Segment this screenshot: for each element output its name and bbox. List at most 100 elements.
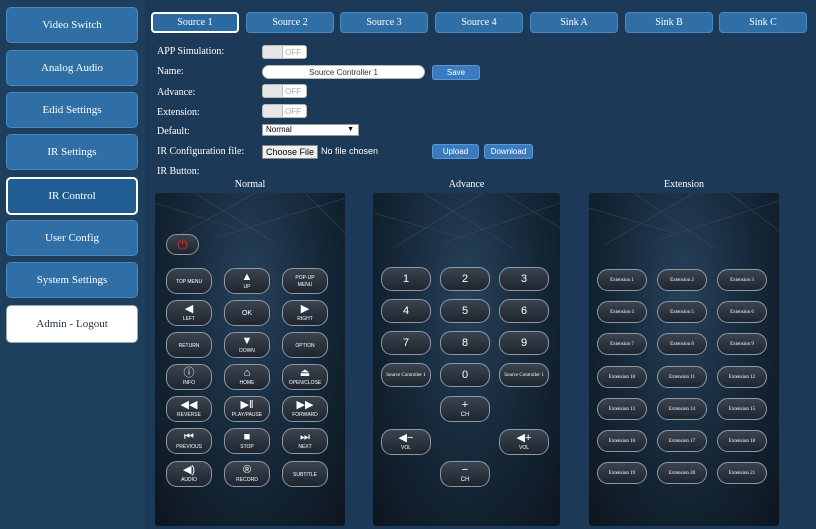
next-button[interactable]: ⏭ NEXT (282, 428, 328, 454)
extension-10-button[interactable]: Extension 10 (597, 366, 647, 388)
sidebar-item-system-settings[interactable]: System Settings (6, 262, 138, 298)
extension-label: Extension 10 (608, 374, 636, 380)
digit-0-button[interactable]: 0 (440, 363, 490, 387)
popup-menu-button[interactable]: POP-UP MENU (282, 268, 328, 294)
home-button[interactable]: ⌂ HOME (224, 364, 270, 390)
top-menu-label: TOP MENU (175, 278, 203, 285)
extension-1-button[interactable]: Extension 1 (597, 269, 647, 291)
forward-button[interactable]: ▶▶ FORWARD (282, 396, 328, 422)
extension-9-button[interactable]: Extension 9 (717, 333, 767, 355)
up-button[interactable]: ▲ UP (224, 268, 270, 294)
volume-down-button[interactable]: ◀− VOL (381, 429, 431, 455)
default-select[interactable]: Normal ▼ (262, 124, 359, 136)
open-close-button[interactable]: ⏏ OPEN/CLOSE (282, 364, 328, 390)
ok-button[interactable]: OK (224, 300, 270, 326)
record-button[interactable]: ® RECORD (224, 461, 270, 487)
digit-3-button[interactable]: 3 (499, 267, 549, 291)
choose-file-button[interactable]: Choose File (262, 145, 318, 159)
extension-5-button[interactable]: Extension 5 (657, 301, 707, 323)
info-button[interactable]: ⓘ INFO (166, 364, 212, 390)
chevron-down-icon: ▼ (347, 126, 354, 133)
home-label: HOME (239, 380, 255, 386)
extension-7-button[interactable]: Extension 7 (597, 333, 647, 355)
digit-7-button[interactable]: 7 (381, 331, 431, 355)
tab-source-3[interactable]: Source 3 (340, 12, 428, 33)
digit-5-button[interactable]: 5 (440, 299, 490, 323)
info-icon: ⓘ (183, 367, 195, 379)
previous-icon: ⏮ (184, 431, 194, 443)
sidebar-item-analog-audio[interactable]: Analog Audio (6, 50, 138, 86)
extension-19-button[interactable]: Extension 19 (597, 462, 647, 484)
digit-2-button[interactable]: 2 (440, 267, 490, 291)
extension-label: Extension 14 (668, 406, 696, 412)
option-button[interactable]: OPTION (282, 332, 328, 358)
digit-1-button[interactable]: 1 (381, 267, 431, 291)
digit-6-button[interactable]: 6 (499, 299, 549, 323)
down-label: DOWN (239, 348, 255, 354)
sidebar-item-video-switch[interactable]: Video Switch (6, 7, 138, 43)
record-label: RECORD (236, 477, 258, 483)
power-icon: ⏻ (177, 237, 188, 252)
app-simulation-toggle[interactable]: OFF (262, 45, 307, 59)
extension-4-button[interactable]: Extension 4 (597, 301, 647, 323)
download-button[interactable]: Download (484, 144, 533, 159)
upload-button[interactable]: Upload (432, 144, 479, 159)
source-controller-left-button[interactable]: Source Controller 1 (381, 363, 431, 387)
source-controller-right-button[interactable]: Source Controller 1 (499, 363, 549, 387)
volume-up-button[interactable]: ◀+ VOL (499, 429, 549, 455)
stop-button[interactable]: ■ STOP (224, 428, 270, 454)
previous-button[interactable]: ⏮ PREVIOUS (166, 428, 212, 454)
extension-8-button[interactable]: Extension 8 (657, 333, 707, 355)
tab-sink-a[interactable]: Sink A (530, 12, 618, 33)
extension-11-button[interactable]: Extension 11 (657, 366, 707, 388)
extension-14-button[interactable]: Extension 14 (657, 398, 707, 420)
top-menu-button[interactable]: TOP MENU (166, 268, 212, 294)
digit-9-button[interactable]: 9 (499, 331, 549, 355)
play-pause-button[interactable]: ▶‖ PLAY/PAUSE (224, 396, 270, 422)
name-input[interactable]: Source Controller 1 (262, 65, 425, 79)
sidebar-item-edid-settings[interactable]: Edid Settings (6, 92, 138, 128)
power-button[interactable]: ⏻ (166, 234, 199, 255)
extension-16-button[interactable]: Extension 16 (597, 430, 647, 452)
extension-18-button[interactable]: Extension 18 (717, 430, 767, 452)
advance-toggle[interactable]: OFF (262, 84, 307, 98)
extension-6-button[interactable]: Extension 6 (717, 301, 767, 323)
tab-source-1[interactable]: Source 1 (151, 12, 239, 33)
name-label: Name: (157, 66, 184, 77)
tab-sink-c[interactable]: Sink C (719, 12, 807, 33)
down-arrow-icon: ▼ (241, 335, 253, 347)
extension-21-button[interactable]: Extension 21 (717, 462, 767, 484)
audio-button[interactable]: ◀) AUDIO (166, 461, 212, 487)
down-button[interactable]: ▼ DOWN (224, 332, 270, 358)
subtitle-button[interactable]: SUBTITLE (282, 461, 328, 487)
extension-2-button[interactable]: Extension 2 (657, 269, 707, 291)
extension-toggle[interactable]: OFF (262, 104, 307, 118)
digit-8-button[interactable]: 8 (440, 331, 490, 355)
extension-3-button[interactable]: Extension 3 (717, 269, 767, 291)
channel-up-button[interactable]: + CH (440, 396, 490, 422)
vol-label: VOL (400, 445, 411, 451)
extension-20-button[interactable]: Extension 20 (657, 462, 707, 484)
reverse-button[interactable]: ◀◀ REVERSE (166, 396, 212, 422)
right-button[interactable]: ▶ RIGHT (282, 300, 328, 326)
extension-12-button[interactable]: Extension 12 (717, 366, 767, 388)
channel-down-button[interactable]: − CH (440, 461, 490, 487)
return-button[interactable]: RETURN (166, 332, 212, 358)
menu-label: MENU (297, 282, 313, 288)
tab-sink-b[interactable]: Sink B (625, 12, 713, 33)
tab-source-2[interactable]: Source 2 (246, 12, 334, 33)
extension-15-button[interactable]: Extension 15 (717, 398, 767, 420)
extension-17-button[interactable]: Extension 17 (657, 430, 707, 452)
normal-remote-panel: ⏻ TOP MENU ▲ UP POP-UP MENU ◀ LEFT OK ▶ RIGH… (155, 193, 345, 526)
digit-label: 8 (461, 336, 469, 349)
extension-13-button[interactable]: Extension 13 (597, 398, 647, 420)
sidebar-item-ir-control[interactable]: IR Control (6, 177, 138, 215)
sidebar-item-user-config[interactable]: User Config (6, 220, 138, 256)
extension-label: Extension 3 (730, 277, 754, 283)
digit-4-button[interactable]: 4 (381, 299, 431, 323)
logout-button[interactable]: Admin - Logout (6, 305, 138, 343)
sidebar-item-ir-settings[interactable]: IR Settings (6, 134, 138, 170)
left-button[interactable]: ◀ LEFT (166, 300, 212, 326)
tab-source-4[interactable]: Source 4 (435, 12, 523, 33)
save-button[interactable]: Save (432, 65, 480, 80)
